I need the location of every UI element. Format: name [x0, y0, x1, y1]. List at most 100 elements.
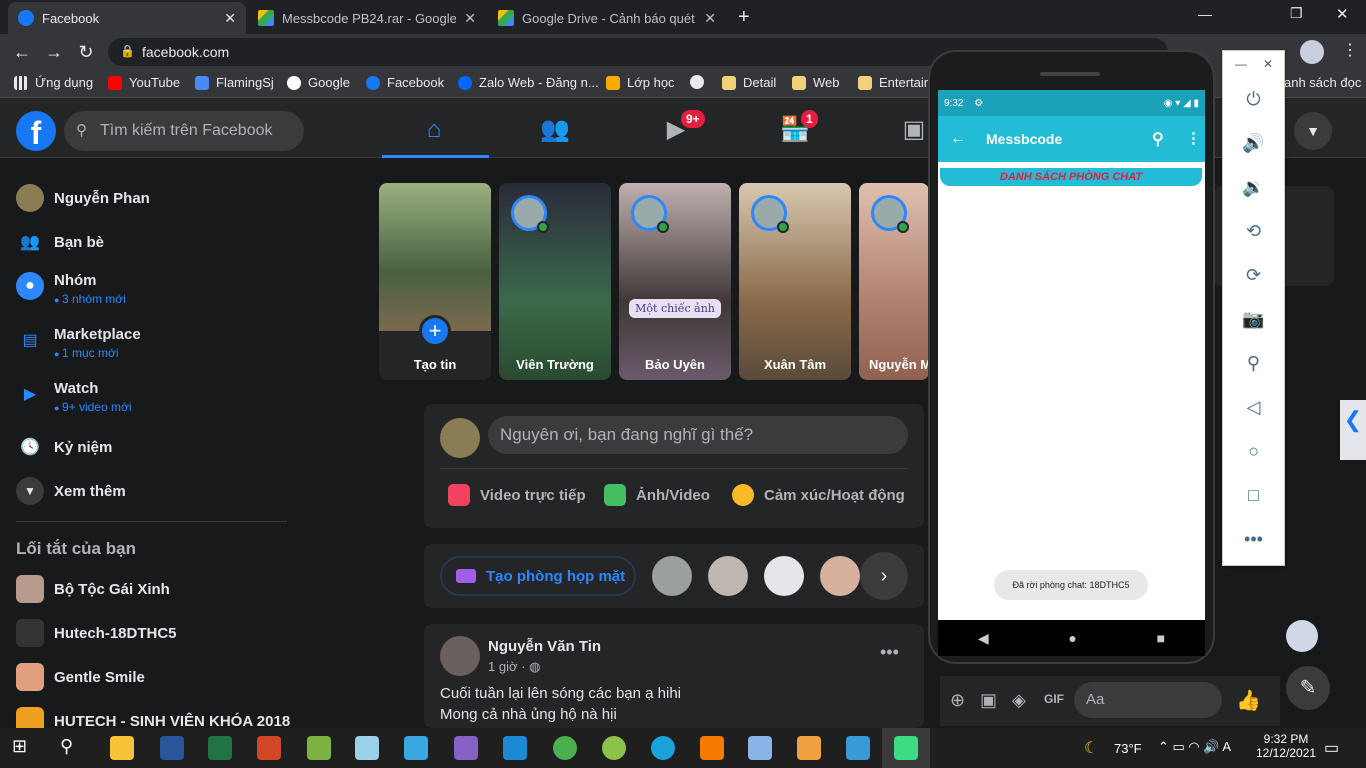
nav-home-icon[interactable]: ● [1068, 630, 1076, 646]
post-author[interactable]: Nguyễn Văn Tin [488, 638, 601, 655]
app-icon[interactable] [797, 736, 821, 760]
back-arrow-icon[interactable]: ← [950, 130, 966, 148]
bookmark-reading-list[interactable]: anh sách đọc [1284, 75, 1361, 90]
clock[interactable]: 9:32 PM 12/12/2021 [1256, 732, 1316, 760]
story-card[interactable]: Nguyễn M [859, 183, 929, 380]
fl-studio-icon[interactable] [700, 736, 724, 760]
bookmark-lophoc[interactable]: Lớp học [606, 75, 675, 90]
tab-messbcode[interactable]: Messbcode PB24.rar - Google Dr ✕ [248, 2, 486, 34]
volume-up-icon[interactable]: 🔊 [1223, 133, 1284, 154]
volume-down-icon[interactable]: 🔉 [1223, 177, 1284, 198]
shortcut-item[interactable]: Bộ Tộc Gái Xinh [16, 575, 170, 603]
avatar[interactable] [440, 636, 480, 676]
close-tab-icon[interactable]: ✕ [224, 10, 236, 27]
chevron-right-icon[interactable]: › [860, 552, 908, 600]
sidebar-item-groups[interactable]: ● Nhóm3 nhóm mới [16, 272, 126, 306]
app-icon[interactable] [307, 736, 331, 760]
app-icon[interactable] [404, 736, 428, 760]
contact-avatar[interactable] [708, 556, 748, 596]
sidebar-item-friends[interactable]: 👥 Bạn bè [16, 228, 104, 256]
close-tab-icon[interactable]: ✕ [464, 10, 476, 27]
overflow-menu-icon[interactable]: ⋮ [1186, 129, 1201, 147]
contact-avatar[interactable] [652, 556, 692, 596]
sticker-icon[interactable]: ◈ [1012, 690, 1026, 711]
like-icon[interactable]: 👍 [1236, 688, 1261, 713]
bookmark-entertain[interactable]: Entertain [858, 75, 931, 90]
shortcut-item[interactable]: Gentle Smile [16, 663, 145, 691]
restore-window-icon[interactable]: ❐ [1290, 5, 1303, 22]
account-dropdown-icon[interactable]: ▼ [1294, 112, 1332, 150]
back-triangle-icon[interactable]: ◁ [1223, 397, 1284, 418]
bookmark-facebook[interactable]: Facebook [366, 75, 444, 90]
rotate-left-icon[interactable]: ⟲ [1223, 221, 1284, 242]
edge-icon[interactable] [651, 736, 675, 760]
close-tab-icon[interactable]: ✕ [704, 10, 716, 27]
minimize-icon[interactable]: — [1235, 57, 1247, 71]
reload-icon[interactable]: ↻ [74, 42, 98, 63]
app-icon[interactable] [602, 736, 626, 760]
app-icon[interactable] [846, 736, 870, 760]
weather-temp[interactable]: 73°F [1114, 741, 1142, 756]
bookmark-flamingsj[interactable]: FlamingSj [195, 75, 274, 90]
new-tab-button[interactable]: + [738, 6, 750, 29]
contact-avatar[interactable] [1286, 620, 1318, 652]
bookmark-globe[interactable] [690, 75, 711, 89]
plus-circle-icon[interactable]: ⊕ [950, 690, 965, 711]
contact-avatar[interactable] [764, 556, 804, 596]
feeling-activity-button[interactable]: Cảm xúc/Hoạt động [732, 484, 905, 506]
sidebar-item-memories[interactable]: 🕓 Kỷ niệm [16, 433, 112, 461]
story-card[interactable]: Một chiếc ảnh Bảo Uyên [619, 183, 731, 380]
story-card[interactable]: Viên Trường [499, 183, 611, 380]
side-panel-toggle-icon[interactable]: ❮ [1340, 400, 1366, 460]
word-icon[interactable] [160, 736, 184, 760]
windows-start-icon[interactable]: ⊞ [12, 736, 36, 760]
app-icon[interactable] [355, 736, 379, 760]
visual-studio-icon[interactable] [454, 736, 478, 760]
more-icon[interactable]: ••• [1223, 529, 1284, 550]
home-icon[interactable]: ⌂ [414, 110, 454, 150]
composer-input[interactable]: Nguyên ơi, bạn đang nghĩ gì thế? [488, 416, 908, 454]
search-icon[interactable]: ⚲ [1152, 129, 1164, 149]
excel-icon[interactable] [208, 736, 232, 760]
file-explorer-icon[interactable] [110, 736, 134, 760]
facebook-logo-icon[interactable]: f [16, 111, 56, 151]
forward-icon[interactable]: → [42, 42, 66, 63]
tab-google-drive[interactable]: Google Drive - Cảnh báo quét vi ✕ [488, 2, 726, 34]
bookmark-apps[interactable]: Ứng dụng [14, 75, 93, 90]
new-message-icon[interactable]: ✎ [1286, 666, 1330, 710]
close-window-icon[interactable]: ✕ [1336, 5, 1349, 23]
tab-facebook[interactable]: Facebook ✕ [8, 2, 246, 34]
chat-message-input[interactable]: Aa [1074, 682, 1222, 718]
home-circle-icon[interactable]: ○ [1223, 441, 1284, 462]
nav-recents-icon[interactable]: ■ [1157, 630, 1165, 646]
back-icon[interactable]: ← [10, 42, 34, 63]
android-studio-icon[interactable] [894, 736, 918, 760]
live-video-button[interactable]: Video trực tiếp [448, 484, 586, 506]
shortcut-item[interactable]: Hutech-18DTHC5 [16, 619, 177, 647]
chrome-icon[interactable] [553, 736, 577, 760]
bookmark-zalo[interactable]: Zalo Web - Đăng n... [458, 75, 599, 90]
image-icon[interactable]: ▣ [980, 690, 997, 711]
sidebar-item-marketplace[interactable]: ▤ Marketplace1 mục mới [16, 326, 140, 360]
notification-icon[interactable]: ▭ [1324, 738, 1339, 758]
menu-kebab-icon[interactable]: ⋮ [1342, 40, 1358, 60]
powerpoint-icon[interactable] [257, 736, 281, 760]
bookmark-web[interactable]: Web [792, 75, 840, 90]
minimize-window-icon[interactable]: — [1198, 6, 1212, 22]
post-menu-icon[interactable]: ••• [880, 642, 899, 663]
photo-video-button[interactable]: Ảnh/Video [604, 484, 710, 506]
sidebar-item-see-more[interactable]: ▼ Xem thêm [16, 477, 126, 505]
rotate-right-icon[interactable]: ⟳ [1223, 265, 1284, 286]
close-icon[interactable]: ✕ [1263, 57, 1273, 71]
bookmark-google[interactable]: Google [287, 75, 350, 90]
zoom-icon[interactable]: ⚲ [1223, 353, 1284, 374]
tray-icons[interactable]: ⌃ ▭ ◠ 🔊 A [1158, 739, 1231, 755]
story-card[interactable]: Xuân Tâm [739, 183, 851, 380]
bookmark-youtube[interactable]: YouTube [108, 75, 180, 90]
sidebar-item-profile[interactable]: Nguyễn Phan [16, 184, 150, 212]
gif-icon[interactable]: GIF [1044, 692, 1064, 706]
search-icon[interactable]: ⚲ [60, 736, 84, 760]
vscode-icon[interactable] [503, 736, 527, 760]
overview-square-icon[interactable]: □ [1223, 485, 1284, 506]
nav-back-icon[interactable]: ◀ [978, 630, 989, 647]
